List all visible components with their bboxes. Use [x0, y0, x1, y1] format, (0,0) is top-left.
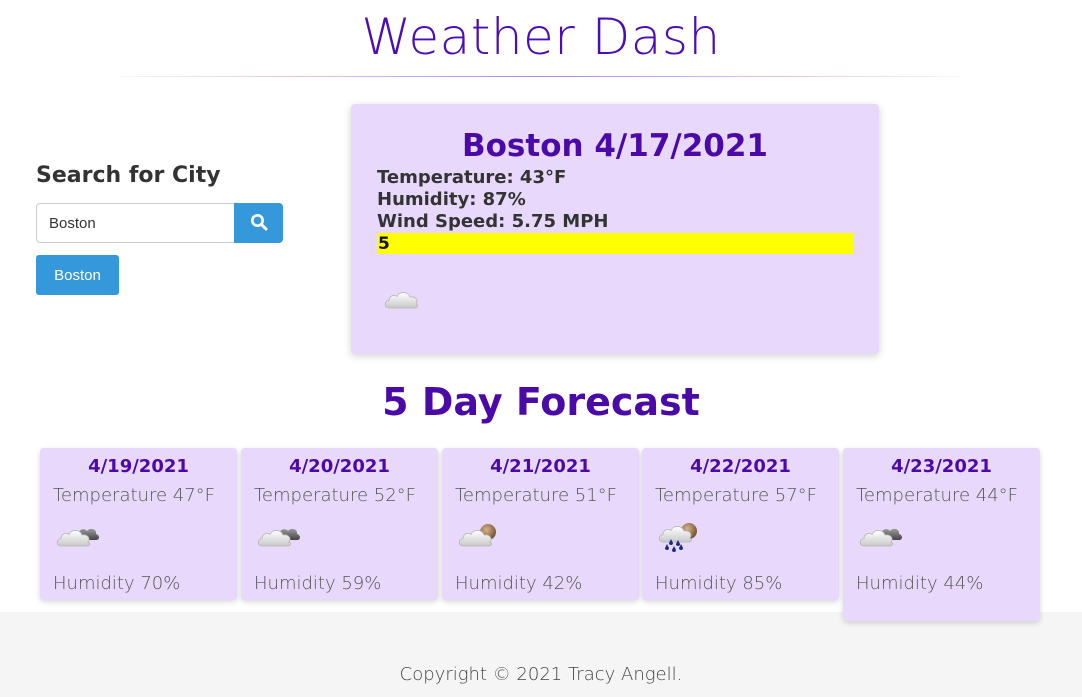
forecast-card-5: 4/23/2021 Temperature 44°F Humidity 44% [843, 448, 1040, 621]
forecast-temperature: Temperature 57°F [655, 485, 817, 506]
copyright-text: Copyright © 2021 Tracy Angell. [399, 664, 683, 685]
forecast-card-1: 4/19/2021 Temperature 47°F Humidity 70% [40, 448, 237, 600]
current-wind-speed: Wind Speed: 5.75 MPH [377, 211, 609, 232]
title-divider [120, 76, 960, 77]
forecast-temperature: Temperature 52°F [254, 485, 416, 506]
search-input[interactable] [36, 203, 234, 243]
forecast-date: 4/21/2021 [490, 456, 591, 477]
forecast-date: 4/23/2021 [891, 456, 992, 477]
forecast-humidity: Humidity 44% [856, 573, 984, 594]
search-group [36, 203, 283, 243]
forecast-temperature: Temperature 47°F [53, 485, 215, 506]
forecast-temperature: Temperature 51°F [455, 485, 617, 506]
footer: Copyright © 2021 Tracy Angell. [0, 612, 1082, 697]
app-title: Weather Dash [361, 8, 721, 66]
uv-index-bar: 5 [377, 233, 853, 254]
forecast-date: 4/19/2021 [88, 456, 189, 477]
forecast-humidity: Humidity 70% [53, 573, 181, 594]
current-temperature: Temperature: 43°F [377, 167, 567, 188]
search-button[interactable] [234, 203, 283, 243]
forecast-humidity: Humidity 59% [254, 573, 382, 594]
current-humidity: Humidity: 87% [377, 189, 526, 210]
forecast-card-2: 4/20/2021 Temperature 52°F Humidity 59% [241, 448, 438, 600]
forecast-date: 4/22/2021 [690, 456, 791, 477]
forecast-heading: 5 Day Forecast [382, 380, 700, 424]
broken-clouds-icon [257, 520, 303, 555]
forecast-humidity: Humidity 85% [655, 573, 783, 594]
forecast-date: 4/20/2021 [289, 456, 390, 477]
partly-cloudy-icon [458, 520, 504, 555]
search-icon [250, 213, 268, 234]
forecast-card-4: 4/22/2021 Temperature 57°F Humidity 85% [642, 448, 839, 600]
search-heading: Search for City [36, 163, 221, 188]
forecast-card-3: 4/21/2021 Temperature 51°F Humidity 42% [442, 448, 639, 600]
broken-clouds-icon [859, 520, 905, 555]
current-city-date: Boston 4/17/2021 [462, 128, 768, 164]
forecast-humidity: Humidity 42% [455, 573, 583, 594]
cloud-icon [383, 286, 421, 317]
current-weather-card: Boston 4/17/2021 Temperature: 43°F Humid… [351, 104, 879, 354]
history-button-boston[interactable]: Boston [36, 255, 119, 295]
broken-clouds-icon [56, 520, 102, 555]
forecast-temperature: Temperature 44°F [856, 485, 1018, 506]
rain-icon [658, 520, 704, 559]
